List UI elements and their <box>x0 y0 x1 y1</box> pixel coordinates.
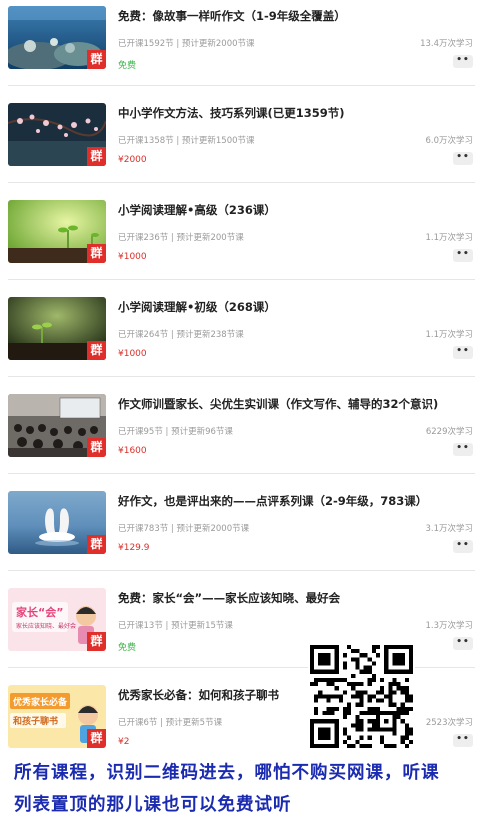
course-title[interactable]: 好作文，也是评出来的——点评系列课（2-9年级，783课） <box>118 493 480 509</box>
qr-code-image <box>310 645 413 748</box>
course-price: ¥1000 <box>118 349 147 359</box>
course-meta: 已开课13节 | 预计更新15节课 <box>118 621 233 631</box>
course-item[interactable]: 群 小学阅读理解•初级（268课） 已开课264节 | 预计更新238节课 1.… <box>0 291 487 388</box>
course-meta: 已开课1358节 | 预计更新1500节课 <box>118 136 255 146</box>
more-button[interactable]: •• <box>453 734 473 747</box>
banner-line-1: 所有课程，识别二维码进去，哪怕不购买网课，听课 <box>14 763 440 783</box>
course-thumbnail[interactable]: 家长“会” 家长应该知晓、最好会 群 <box>8 588 106 651</box>
course-meta: 已开课783节 | 预计更新2000节课 <box>118 524 250 534</box>
more-button[interactable]: •• <box>453 152 473 165</box>
course-thumbnail[interactable]: 优秀家长必备 和孩子聊书 群 <box>8 685 106 748</box>
course-price: ¥2 <box>118 737 130 747</box>
course-price: 免费 <box>118 61 137 71</box>
course-item[interactable]: 群 好作文，也是评出来的——点评系列课（2-9年级，783课） 已开课783节 … <box>0 485 487 582</box>
course-thumbnail[interactable]: 群 <box>8 297 106 360</box>
course-meta: 已开课264节 | 预计更新238节课 <box>118 330 244 340</box>
course-item[interactable]: 群 免费：像故事一样听作文（1-9年级全覆盖） 已开课1592节 | 预计更新2… <box>0 0 487 97</box>
course-meta: 已开课95节 | 预计更新96节课 <box>118 427 233 437</box>
course-item[interactable]: 群 作文师训暨家长、尖优生实训课（作文写作、辅导的32个意识) 已开课95节 |… <box>0 388 487 485</box>
group-badge: 群 <box>87 244 106 263</box>
learner-count: 1.1万次学习 <box>425 330 473 340</box>
divider <box>8 182 475 183</box>
learner-count: 2523次学习 <box>425 718 473 728</box>
course-meta: 已开课236节 | 预计更新200节课 <box>118 233 244 243</box>
group-badge: 群 <box>87 147 106 166</box>
svg-text:和孩子聊书: 和孩子聊书 <box>12 715 58 727</box>
course-price: ¥1000 <box>118 252 147 262</box>
svg-text:家长“会”: 家长“会” <box>16 605 63 619</box>
course-meta: 已开课1592节 | 预计更新2000节课 <box>118 39 255 49</box>
more-button[interactable]: •• <box>453 540 473 553</box>
group-badge: 群 <box>87 438 106 457</box>
course-title[interactable]: 作文师训暨家长、尖优生实训课（作文写作、辅导的32个意识) <box>118 396 480 412</box>
promo-banner: 所有课程，识别二维码进去，哪怕不购买网课，听课 列表置顶的那儿课也可以免费试听 <box>0 751 487 826</box>
course-thumbnail[interactable]: 群 <box>8 6 106 69</box>
learner-count: 13.4万次学习 <box>420 39 473 49</box>
learner-count: 6.0万次学习 <box>425 136 473 146</box>
course-title[interactable]: 小学阅读理解•初级（268课） <box>118 299 480 315</box>
banner-line-2: 列表置顶的那儿课也可以免费试听 <box>14 795 292 815</box>
divider <box>8 85 475 86</box>
course-meta: 已开课6节 | 预计更新5节课 <box>118 718 223 728</box>
course-item[interactable]: 群 中小学作文方法、技巧系列课(已更1359节) 已开课1358节 | 预计更新… <box>0 97 487 194</box>
more-button[interactable]: •• <box>453 637 473 650</box>
course-thumbnail[interactable]: 群 <box>8 103 106 166</box>
group-badge: 群 <box>87 341 106 360</box>
more-button[interactable]: •• <box>453 346 473 359</box>
learner-count: 1.3万次学习 <box>425 621 473 631</box>
group-badge: 群 <box>87 632 106 651</box>
group-badge: 群 <box>87 50 106 69</box>
course-title[interactable]: 优秀家长必备：如何和孩子聊书 <box>118 687 480 703</box>
course-item[interactable]: 群 小学阅读理解•高级（236课） 已开课236节 | 预计更新200节课 1.… <box>0 194 487 291</box>
more-button[interactable]: •• <box>453 249 473 262</box>
course-price: 免费 <box>118 643 137 653</box>
course-title[interactable]: 小学阅读理解•高级（236课） <box>118 202 480 218</box>
more-button[interactable]: •• <box>453 443 473 456</box>
divider <box>8 279 475 280</box>
course-thumbnail[interactable]: 群 <box>8 200 106 263</box>
svg-text:家长应该知晓、最好会: 家长应该知晓、最好会 <box>16 622 76 630</box>
learner-count: 3.1万次学习 <box>425 524 473 534</box>
svg-text:优秀家长必备: 优秀家长必备 <box>13 696 68 708</box>
divider <box>8 570 475 571</box>
divider <box>8 473 475 474</box>
course-title[interactable]: 中小学作文方法、技巧系列课(已更1359节) <box>118 105 480 121</box>
group-badge: 群 <box>87 535 106 554</box>
course-title[interactable]: 免费：家长“会”——家长应该知晓、最好会 <box>118 590 480 606</box>
course-title[interactable]: 免费：像故事一样听作文（1-9年级全覆盖） <box>118 8 480 24</box>
group-badge: 群 <box>87 729 106 748</box>
course-thumbnail[interactable]: 群 <box>8 394 106 457</box>
course-price: ¥2000 <box>118 155 147 165</box>
qr-code[interactable] <box>308 645 415 748</box>
course-price: ¥129.9 <box>118 543 150 553</box>
course-price: ¥1600 <box>118 446 147 456</box>
learner-count: 1.1万次学习 <box>425 233 473 243</box>
divider <box>8 376 475 377</box>
learner-count: 6229次学习 <box>425 427 473 437</box>
more-button[interactable]: •• <box>453 55 473 68</box>
course-thumbnail[interactable]: 群 <box>8 491 106 554</box>
